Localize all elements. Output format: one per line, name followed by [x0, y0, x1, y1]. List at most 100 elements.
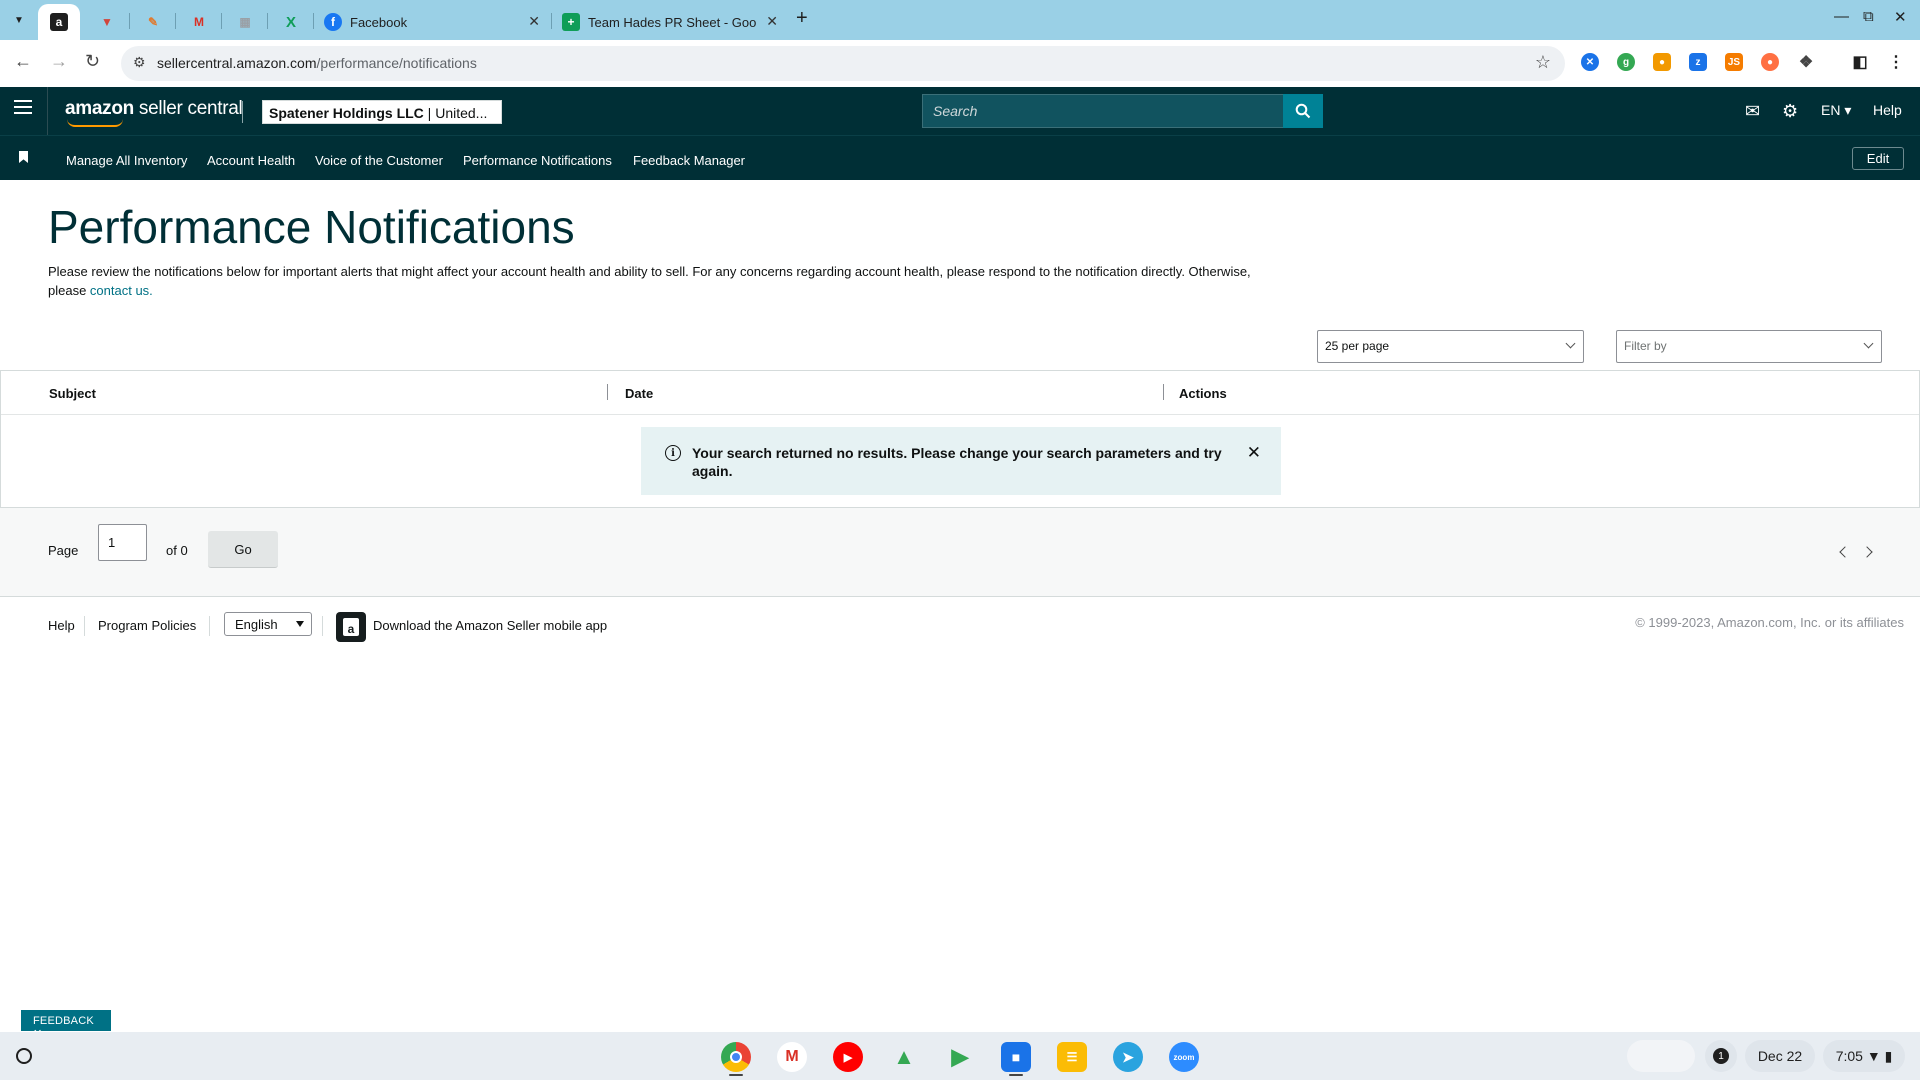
tab-facebook[interactable]: f Facebook ✕: [318, 4, 548, 40]
nav-voice-of-the-customer[interactable]: Voice of the Customer: [315, 153, 443, 168]
search-box: [922, 94, 1284, 128]
back-icon[interactable]: ←: [14, 51, 32, 72]
extensions-puzzle-icon[interactable]: ❖: [1797, 53, 1815, 71]
forward-icon[interactable]: →: [50, 51, 68, 72]
close-tab-icon[interactable]: ✕: [528, 13, 540, 30]
side-panel-icon[interactable]: ◧: [1851, 53, 1869, 71]
nav-account-health[interactable]: Account Health: [207, 153, 295, 168]
bookmark-nav: Manage All Inventory Account Health Voic…: [0, 135, 1920, 180]
chevron-down-icon: [1863, 338, 1874, 349]
info-icon: i: [665, 445, 681, 461]
column-subject[interactable]: Subject: [49, 386, 96, 401]
tab-todoist[interactable]: ▼: [92, 4, 122, 40]
launcher-icon[interactable]: [16, 1048, 32, 1064]
feedback-button[interactable]: FEEDBACK ✕: [21, 1010, 111, 1040]
seller-app-icon[interactable]: a: [336, 612, 366, 642]
tab-pen-app[interactable]: ✎: [138, 4, 168, 40]
extension-icon[interactable]: ●: [1761, 53, 1779, 71]
address-bar[interactable]: ⚙ sellercentral.amazon.com/performance/n…: [121, 46, 1565, 81]
files-icon[interactable]: ■: [1001, 1042, 1031, 1072]
gear-icon[interactable]: ⚙: [1782, 101, 1798, 122]
page-number-input[interactable]: 1: [98, 524, 147, 561]
telegram-icon[interactable]: ➤: [1113, 1042, 1143, 1072]
new-tab-icon[interactable]: +: [796, 7, 808, 30]
menu-icon[interactable]: [14, 100, 32, 118]
chevron-down-icon: [296, 621, 304, 627]
no-results-alert: i Your search returned no results. Pleas…: [641, 427, 1281, 495]
os-shelf: M ▶ ▲ ▶ ■ ☰ ➤ zoom 1 Dec 22 7:05 ▼ ▮: [0, 1032, 1920, 1080]
copyright-text: © 1999-2023, Amazon.com, Inc. or its aff…: [1635, 615, 1904, 630]
tab-title: Facebook: [350, 14, 408, 30]
column-date[interactable]: Date: [625, 386, 653, 401]
bookmark-star-icon[interactable]: ☆: [1535, 52, 1551, 73]
tab-gmail[interactable]: M: [184, 4, 214, 40]
restore-icon[interactable]: ⧉: [1863, 8, 1874, 25]
language-select[interactable]: English: [224, 612, 312, 636]
filter-by-select[interactable]: Filter by: [1616, 330, 1882, 363]
x-icon: X: [285, 13, 296, 31]
search-input[interactable]: [923, 95, 1283, 127]
tab-x[interactable]: X: [276, 4, 306, 40]
nav-feedback-manager[interactable]: Feedback Manager: [633, 153, 745, 168]
date-display[interactable]: Dec 22: [1745, 1040, 1815, 1072]
wifi-icon: ▼: [1866, 1048, 1881, 1064]
tab-google-sheets[interactable]: + Team Hades PR Sheet - Google ✕: [556, 4, 786, 40]
edit-bookmarks-button[interactable]: Edit: [1852, 147, 1904, 170]
status-tray[interactable]: 7:05 ▼ ▮: [1823, 1040, 1905, 1072]
per-page-select[interactable]: 25 per page: [1317, 330, 1584, 363]
program-policies-link[interactable]: Program Policies: [98, 618, 196, 633]
minimize-icon[interactable]: —: [1834, 8, 1849, 25]
notes-icon[interactable]: ☰: [1057, 1042, 1087, 1072]
browser-toolbar: ← → ↻ ⚙ sellercentral.amazon.com/perform…: [0, 40, 1920, 87]
extension-icon[interactable]: ✕: [1581, 53, 1599, 71]
notifications-table: Subject Date Actions i Your search retur…: [0, 370, 1920, 508]
page-count-label: of 0: [166, 543, 188, 558]
tab-amazon[interactable]: a: [38, 4, 80, 40]
nav-manage-all-inventory[interactable]: Manage All Inventory: [66, 153, 187, 168]
play-store-icon[interactable]: ▶: [945, 1042, 975, 1072]
page-label: Page: [48, 543, 79, 558]
account-switcher[interactable]: Spatener Holdings LLC | United...: [262, 100, 502, 124]
pen-app-icon: ✎: [147, 15, 159, 29]
calendar-icon: ▦: [239, 15, 251, 29]
reload-icon[interactable]: ↻: [85, 51, 100, 72]
close-window-icon[interactable]: ✕: [1894, 8, 1907, 26]
language-switcher[interactable]: EN ▾: [1821, 102, 1851, 119]
extension-icon[interactable]: z: [1689, 53, 1707, 71]
url-text[interactable]: sellercentral.amazon.com/performance/not…: [157, 55, 477, 71]
tab-title: Team Hades PR Sheet - Google: [588, 14, 756, 30]
extension-icon[interactable]: JS: [1725, 53, 1743, 71]
site-info-icon[interactable]: ⚙: [133, 54, 146, 71]
extension-icon[interactable]: g: [1617, 53, 1635, 71]
go-button[interactable]: Go: [208, 531, 278, 568]
zoom-icon[interactable]: zoom: [1169, 1042, 1199, 1072]
gmail-icon[interactable]: M: [777, 1042, 807, 1072]
help-link[interactable]: Help: [1873, 102, 1902, 118]
bookmark-icon[interactable]: [19, 151, 28, 163]
nav-performance-notifications[interactable]: Performance Notifications: [463, 153, 612, 168]
tab-calendar[interactable]: ▦: [230, 4, 260, 40]
chrome-icon[interactable]: [721, 1042, 751, 1072]
notification-badge[interactable]: 1: [1705, 1040, 1737, 1072]
chevron-left-icon[interactable]: [1839, 546, 1851, 558]
mail-icon[interactable]: ✉: [1745, 101, 1760, 122]
contact-us-link[interactable]: contact us.: [90, 283, 153, 298]
drive-icon[interactable]: ▲: [889, 1042, 919, 1072]
youtube-icon[interactable]: ▶: [833, 1042, 863, 1072]
seller-central-logo[interactable]: amazon seller central: [65, 98, 243, 127]
more-menu-icon[interactable]: ⋮: [1887, 53, 1905, 71]
footer-help-link[interactable]: Help: [48, 618, 75, 633]
sheets-icon: +: [562, 13, 580, 31]
extension-icon[interactable]: ●: [1653, 53, 1671, 71]
close-tab-icon[interactable]: ✕: [766, 13, 778, 30]
page-title: Performance Notifications: [48, 201, 575, 253]
amazon-icon: a: [50, 13, 68, 31]
search-button[interactable]: [1283, 94, 1323, 128]
download-app-link[interactable]: Download the Amazon Seller mobile app: [373, 618, 607, 633]
tab-search-chevron-icon[interactable]: ▼: [8, 9, 30, 31]
close-icon[interactable]: ✕: [1247, 444, 1261, 462]
facebook-icon: f: [324, 13, 342, 31]
chevron-right-icon[interactable]: [1861, 546, 1873, 558]
holding-space-thumbnails[interactable]: [1627, 1040, 1695, 1072]
gmail-icon: M: [194, 15, 204, 29]
